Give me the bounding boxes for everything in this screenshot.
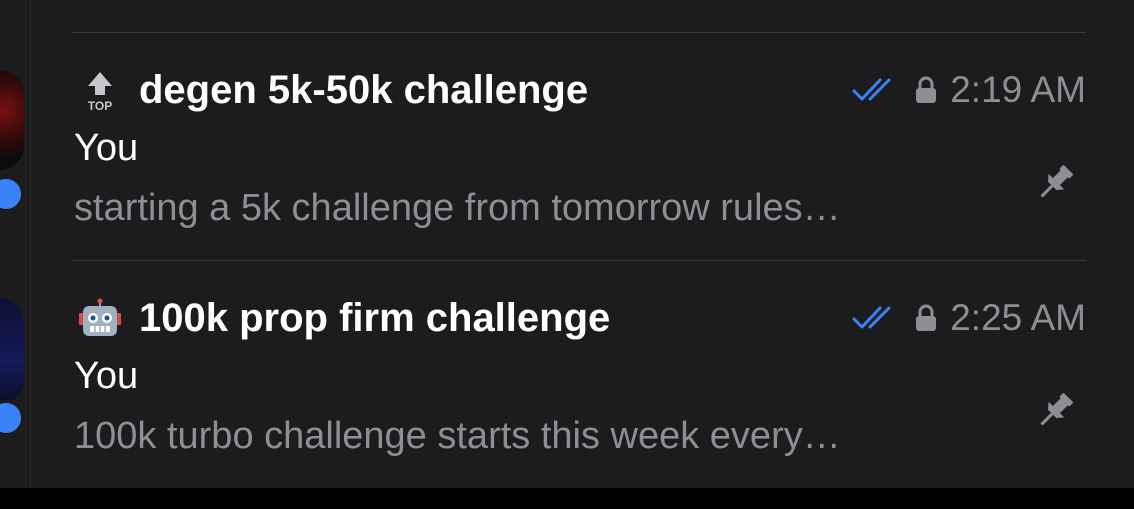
pin-icon	[1032, 388, 1078, 434]
unread-badge	[0, 400, 24, 436]
double-check-icon	[852, 305, 902, 331]
divider	[72, 260, 1086, 261]
chat-time: 2:19 AM	[950, 69, 1086, 110]
chat-sender: You	[74, 127, 139, 169]
avatar[interactable]	[0, 298, 24, 404]
divider	[72, 32, 1086, 33]
pin-icon	[1032, 160, 1078, 206]
svg-text:TOP: TOP	[88, 99, 112, 112]
bottom-bar	[0, 488, 1134, 509]
avatar[interactable]	[0, 70, 24, 170]
double-check-icon	[852, 77, 902, 103]
chat-title-line: TOP degen 5k-50k challenge 2:19 AM	[72, 68, 1086, 112]
chat-meta: 2:19 AM	[852, 68, 1086, 112]
chat-row-degen[interactable]: TOP degen 5k-50k challenge 2:19 AM You s…	[72, 40, 1086, 260]
top-arrow-icon: TOP	[76, 68, 124, 112]
lock-icon	[914, 75, 938, 105]
chat-title: degen 5k-50k challenge	[139, 68, 589, 112]
left-chat-strip	[0, 0, 31, 509]
unread-badge	[0, 176, 24, 212]
chat-sender: You	[74, 355, 139, 397]
chat-title-line: 100k prop firm challenge 2:25 AM	[72, 296, 1086, 340]
chat-time: 2:25 AM	[950, 297, 1086, 338]
chat-meta: 2:25 AM	[852, 296, 1086, 340]
chat-row-100k[interactable]: 100k prop firm challenge 2:25 AM You 100…	[72, 268, 1086, 488]
chat-title: 100k prop firm challenge	[139, 296, 611, 340]
chat-preview: starting a 5k challenge from tomorrow ru…	[74, 187, 841, 229]
robot-face-icon	[76, 296, 124, 340]
chat-preview: 100k turbo challenge starts this week ev…	[74, 415, 841, 457]
lock-icon	[914, 303, 938, 333]
